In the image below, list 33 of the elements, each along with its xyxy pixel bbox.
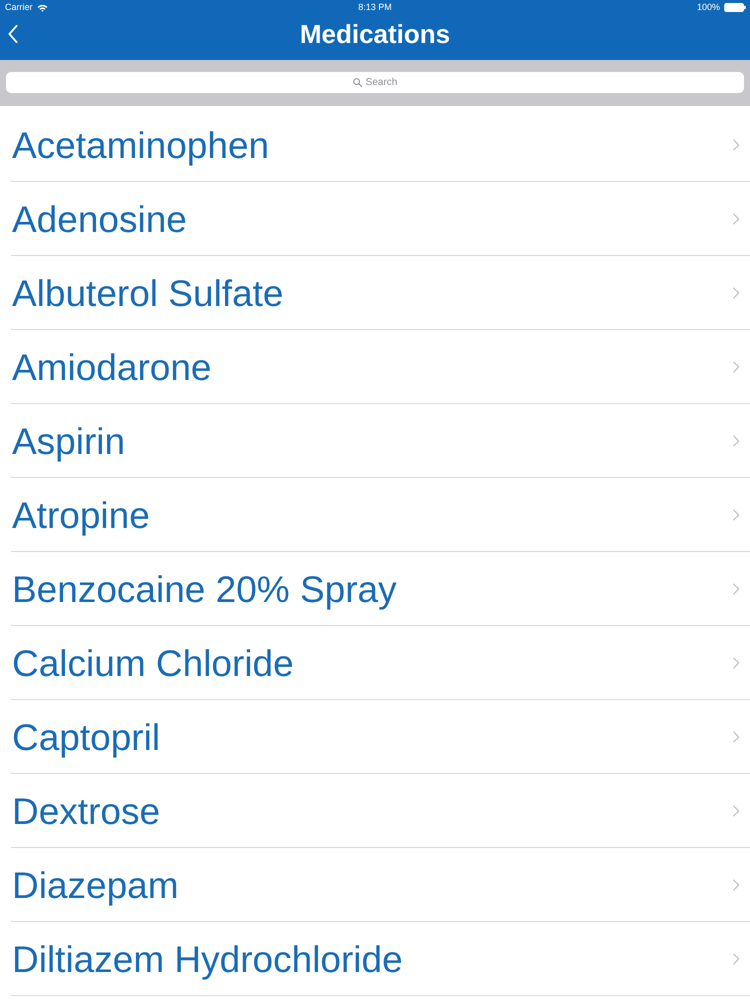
chevron-right-icon [733,582,740,594]
medication-row[interactable]: Amiodarone [11,330,750,404]
medication-row[interactable]: Dextrose [11,774,750,848]
medication-row[interactable]: Albuterol Sulfate [11,256,750,330]
search-icon [352,78,362,86]
medication-row[interactable]: Atropine [11,478,750,552]
chevron-right-icon [733,952,740,964]
medication-row[interactable]: Adenosine [11,182,750,256]
medication-row[interactable]: Captopril [11,700,750,774]
battery-percent: 100% [696,2,720,13]
chevron-right-icon [733,656,740,668]
chevron-right-icon [733,730,740,742]
search-field[interactable]: Search [6,72,744,92]
chevron-right-icon [733,878,740,890]
screen-title: Medications [300,19,450,50]
clock-time: 8:13 PM [358,2,392,13]
carrier-label: Carrier [5,2,33,13]
chevron-right-icon [733,804,740,816]
chevron-right-icon [733,508,740,520]
chevron-right-icon [733,138,740,150]
medication-row[interactable]: Acetaminophen [11,108,750,182]
wifi-icon [36,4,48,12]
medication-row[interactable]: Calcium Chloride [11,626,750,700]
medication-row[interactable]: Diazepam [11,848,750,922]
chevron-right-icon [733,434,740,446]
medication-row[interactable]: Aspirin [11,404,750,478]
battery-icon [724,3,746,12]
chevron-right-icon [733,360,740,372]
back-chevron-icon[interactable] [8,25,18,43]
medication-row[interactable]: Benzocaine 20% Spray [11,552,750,626]
medication-row[interactable]: Diltiazem Hydrochloride [11,922,750,996]
chevron-right-icon [733,286,740,298]
chevron-right-icon [733,212,740,224]
